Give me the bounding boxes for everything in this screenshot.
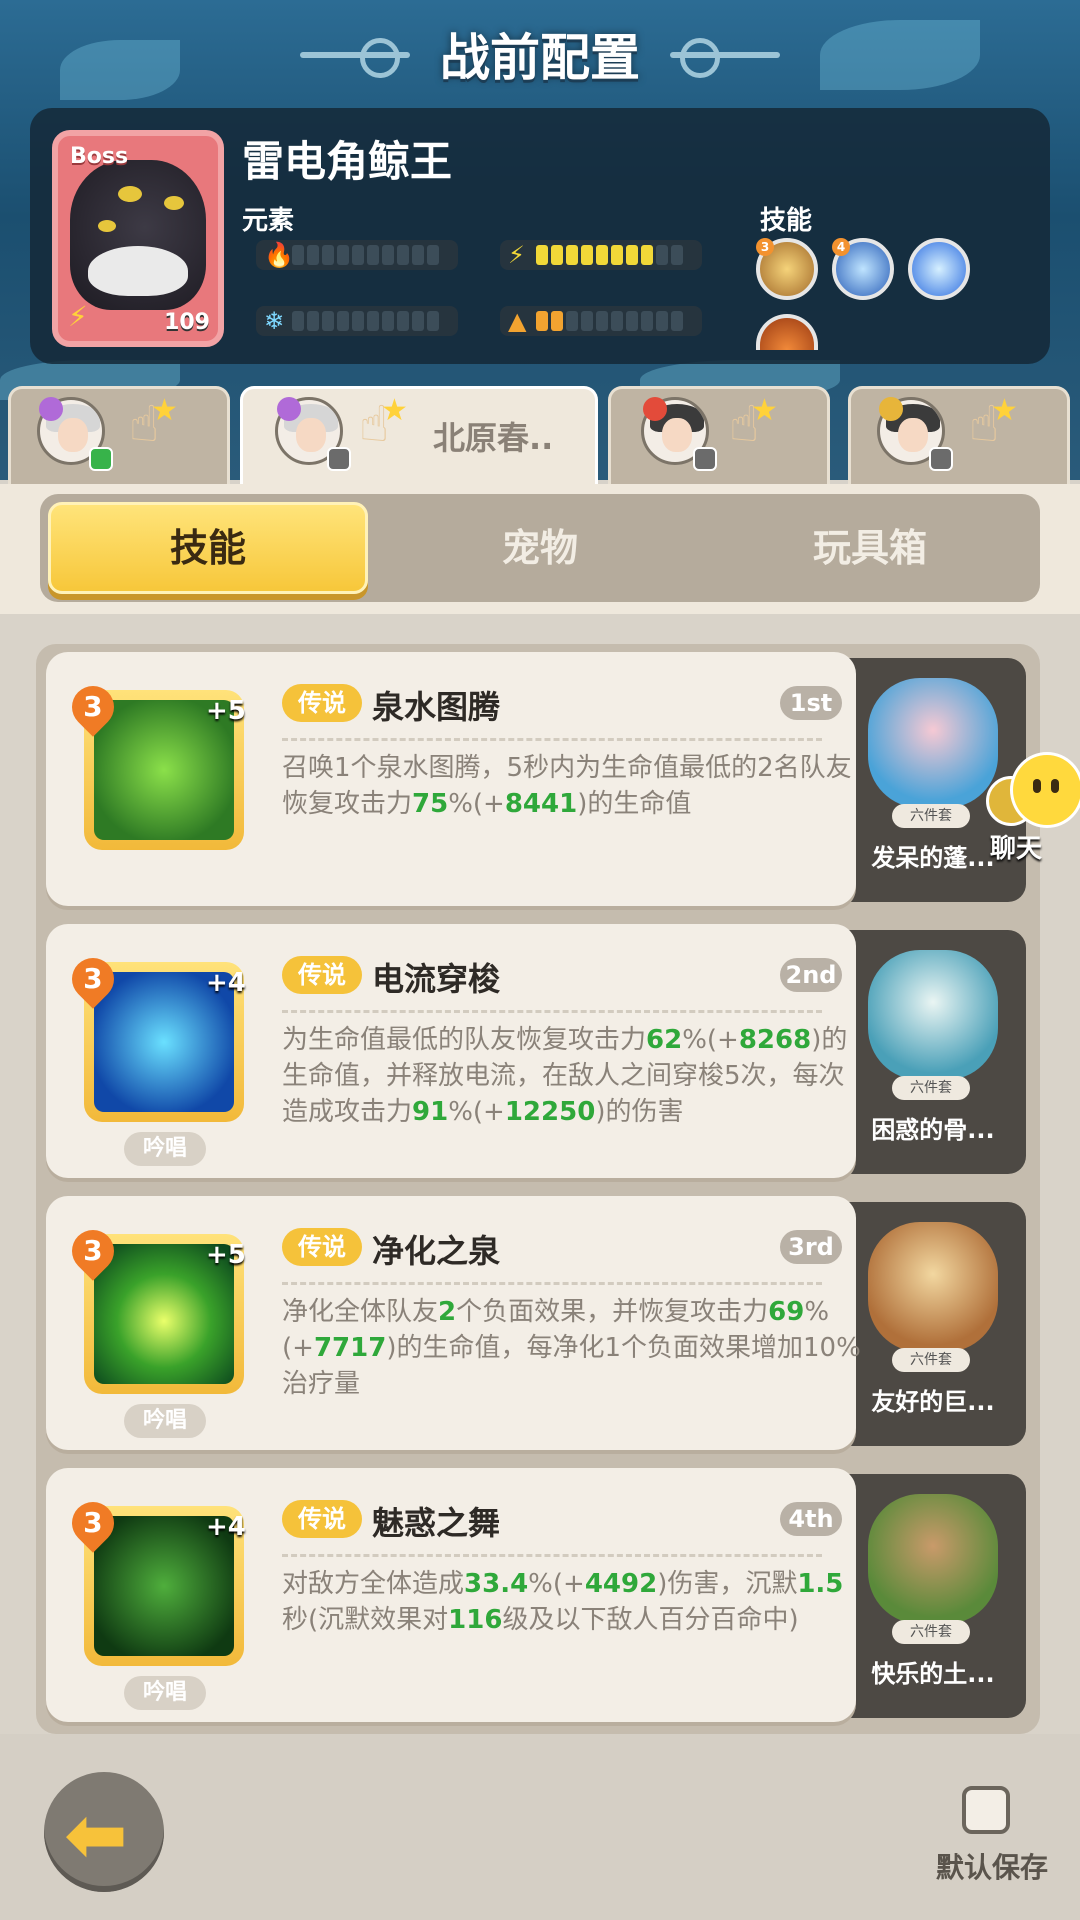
skill-list[interactable]: 六件套 发呆的蓬... 3 +5 传说 泉水图腾 1st 召唤1个泉水图腾，5秒…: [36, 644, 1040, 1734]
earth-element-bar: ▲: [500, 306, 702, 336]
skill-list-area: 六件套 发呆的蓬... 3 +5 传说 泉水图腾 1st 召唤1个泉水图腾，5秒…: [0, 614, 1080, 1734]
skill-row[interactable]: 六件套 困惑的骨... 3 +4 吟唱 传说 电流穿梭 2nd 为生命值最低的队…: [46, 924, 1030, 1178]
category-tab-area: 技能 宠物 玩具箱: [0, 484, 1080, 614]
boss-tag: Boss: [70, 144, 129, 169]
skill-description: 为生命值最低的队友恢复攻击力62%(+8268)的生命值，并释放电流，在敌人之间…: [282, 1025, 848, 1127]
default-save-label: 默认保存: [936, 1851, 1049, 1884]
hero-tab-2[interactable]: ☝ ★ 北原春..: [240, 386, 598, 486]
pet-image: [868, 950, 998, 1080]
category-tab-bar: 技能 宠物 玩具箱: [40, 494, 1040, 602]
hero-name: 北原春..: [433, 419, 554, 457]
chant-badge: 吟唱: [124, 1404, 206, 1438]
skill-name: 净化之泉: [372, 1232, 501, 1270]
controller-badge-icon: [327, 447, 351, 471]
pet-set-badge: 六件套: [892, 1076, 970, 1100]
skill-description: 净化全体队友2个负面效果，并恢复攻击力69%(+7717)的生命值，每净化1个负…: [282, 1297, 861, 1399]
element-chip-icon: [643, 397, 667, 421]
chat-emoji-icon: [1010, 752, 1080, 828]
hero-tab-1[interactable]: ☝ ★: [8, 386, 230, 486]
chat-button[interactable]: 聊天: [986, 752, 1080, 864]
thunder-claw-icon[interactable]: 4: [832, 238, 894, 300]
element-label: 元素: [242, 206, 295, 236]
skill-name: 电流穿梭: [372, 960, 501, 998]
skill-row[interactable]: 六件套 友好的巨... 3 +5 吟唱 传说 净化之泉 3rd 净化全体队友2个…: [46, 1196, 1030, 1450]
skill-description: 对敌方全体造成33.4%(+4492)伤害，沉默1.5秒(沉默效果对116级及以…: [282, 1569, 844, 1635]
ice-icon: ❄: [264, 307, 285, 335]
lightning-element-bar: ⚡: [500, 240, 702, 270]
skill-name: 魅惑之舞: [372, 1504, 501, 1542]
bottom-bar: ⬅ 默认保存: [0, 1734, 1080, 1920]
star-icon: ★: [151, 393, 178, 428]
fire-element-bar: 🔥: [256, 240, 458, 270]
skill-card[interactable]: 3 +4 吟唱 传说 魅惑之舞 4th 对敌方全体造成33.4%(+4492)伤…: [46, 1468, 856, 1722]
skill-plus: +4: [206, 1512, 246, 1542]
skill-card[interactable]: 3 +5 吟唱 传说 净化之泉 3rd 净化全体队友2个负面效果，并恢复攻击力6…: [46, 1196, 861, 1450]
rarity-badge: 传说: [282, 956, 362, 994]
skill-name: 泉水图腾: [372, 688, 501, 726]
ice-element-bar: ❄: [256, 306, 458, 336]
star-icon: ★: [991, 393, 1018, 428]
extra-skill-icon[interactable]: [756, 314, 818, 350]
page-title: 战前配置: [440, 29, 640, 87]
skill-label: 技能: [760, 206, 813, 236]
boss-panel: Boss ⚡ 109 雷电角鲸王 元素 技能 🔥 ⚡ ❄ ▲ 3 4: [30, 108, 1050, 364]
lightning-icon: ⚡: [508, 241, 525, 269]
tab-pets[interactable]: 宠物: [380, 502, 700, 594]
skill-card[interactable]: 3 +4 吟唱 传说 电流穿梭 2nd 为生命值最低的队友恢复攻击力62%(+8…: [46, 924, 856, 1178]
pet-set-badge: 六件套: [892, 804, 970, 828]
lightning-element-icon: ⚡: [68, 300, 88, 333]
tab-toybox[interactable]: 玩具箱: [710, 502, 1030, 594]
pet-set-badge: 六件套: [892, 1620, 970, 1644]
skill-row[interactable]: 六件套 快乐的土... 3 +4 吟唱 传说 魅惑之舞 4th 对敌方全体造成3…: [46, 1468, 1030, 1722]
skill-card[interactable]: 3 +5 传说 泉水图腾 1st 召唤1个泉水图腾，5秒内为生命值最低的2名队友…: [46, 652, 856, 906]
pet-set-badge: 六件套: [892, 1348, 970, 1372]
pet-name: 快乐的土...: [871, 1660, 995, 1688]
lightning-orb-icon[interactable]: [908, 238, 970, 300]
controller-badge-icon: [929, 447, 953, 471]
tab-skills[interactable]: 技能: [48, 502, 368, 594]
element-chip-icon: [277, 397, 301, 421]
skill-row[interactable]: 六件套 发呆的蓬... 3 +5 传说 泉水图腾 1st 召唤1个泉水图腾，5秒…: [46, 652, 1030, 906]
beast-skill-icon[interactable]: 3: [756, 238, 818, 300]
skill-plus: +4: [206, 968, 246, 998]
boss-level: 109: [164, 310, 210, 335]
skill-description: 召唤1个泉水图腾，5秒内为生命值最低的2名队友恢复攻击力75%(+8441)的生…: [282, 753, 852, 819]
earth-icon: ▲: [508, 307, 527, 335]
rarity-badge: 传说: [282, 684, 362, 722]
boss-portrait[interactable]: Boss ⚡ 109: [52, 130, 224, 347]
skill-rank: 4th: [780, 1502, 842, 1536]
controller-badge-icon: [693, 447, 717, 471]
pet-image: [868, 678, 998, 808]
skill-rank: 1st: [780, 686, 842, 720]
pet-image: [868, 1494, 998, 1624]
back-arrow-icon: ⬅: [64, 1790, 128, 1879]
star-icon: ★: [381, 393, 408, 428]
pet-image: [868, 1222, 998, 1352]
pet-name: 友好的巨...: [871, 1388, 995, 1416]
chat-label: 聊天: [990, 834, 1043, 864]
fire-icon: 🔥: [264, 241, 294, 269]
skill-rank: 2nd: [780, 958, 842, 992]
hero-tab-3[interactable]: ☝ ★: [608, 386, 830, 486]
back-button[interactable]: ⬅: [44, 1772, 164, 1892]
skill-plus: +5: [206, 696, 246, 726]
online-badge-icon: [89, 447, 113, 471]
default-save-checkbox[interactable]: [962, 1786, 1010, 1834]
boss-name: 雷电角鲸王: [242, 137, 453, 186]
hero-tab-4[interactable]: ☝ ★: [848, 386, 1070, 486]
element-chip-icon: [879, 397, 903, 421]
skill-rank: 3rd: [780, 1230, 842, 1264]
pet-name: 困惑的骨...: [871, 1116, 995, 1144]
chant-badge: 吟唱: [124, 1132, 206, 1166]
rarity-badge: 传说: [282, 1500, 362, 1538]
rarity-badge: 传说: [282, 1228, 362, 1266]
star-icon: ★: [751, 393, 778, 428]
skill-plus: +5: [206, 1240, 246, 1270]
chant-badge: 吟唱: [124, 1676, 206, 1710]
element-chip-icon: [39, 397, 63, 421]
